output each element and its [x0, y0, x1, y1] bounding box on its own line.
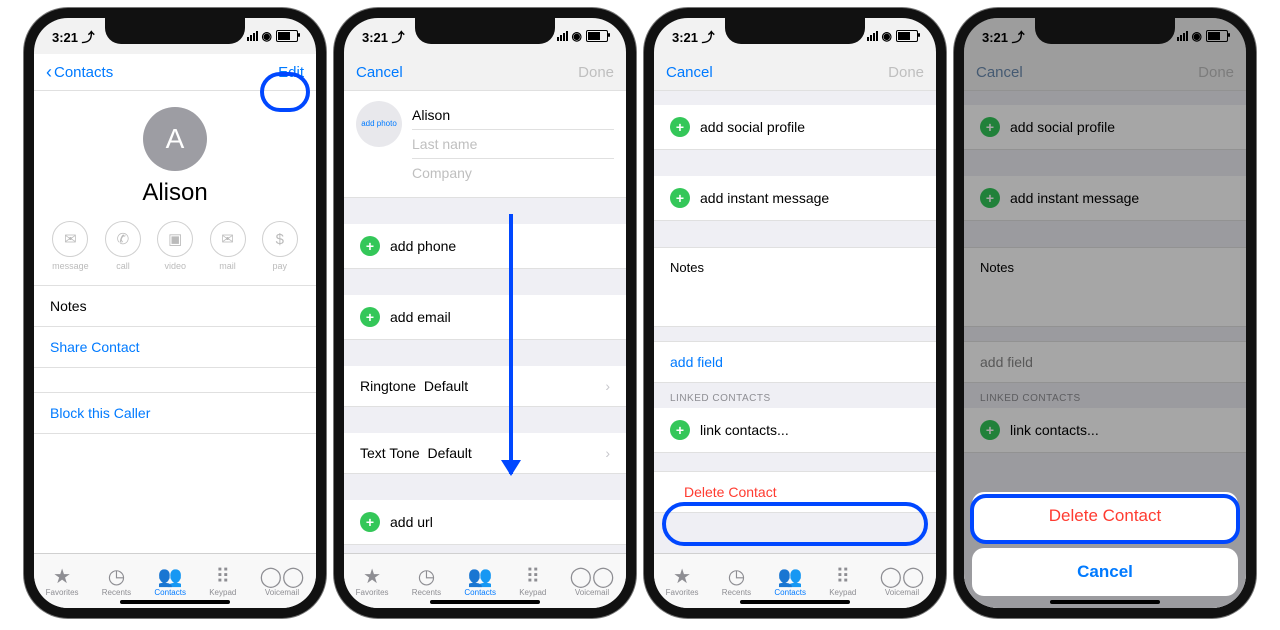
phone-frame-1: 3:21 ⤴ ◉ ‹Contacts Edit A Alison ✉messag…: [24, 8, 326, 618]
tab-favorites[interactable]: ★Favorites: [666, 565, 699, 597]
tab-keypad[interactable]: ⠿Keypad: [519, 565, 546, 597]
notch: [105, 18, 245, 44]
tab-voicemail[interactable]: ◯◯Voicemail: [260, 565, 305, 597]
phone-frame-3: 3:21 ⤴ ◉ Cancel Done +add social profile…: [644, 8, 946, 618]
done-button[interactable]: Done: [578, 64, 614, 81]
keypad-icon: ⠿: [215, 565, 230, 587]
message-action[interactable]: ✉message: [52, 221, 89, 271]
add-instant-message-button[interactable]: +add instant message: [654, 176, 936, 221]
home-indicator[interactable]: [120, 600, 230, 604]
plus-icon: +: [670, 188, 690, 208]
first-name-field[interactable]: Alison: [412, 101, 614, 130]
tab-voicemail[interactable]: ◯◯Voicemail: [570, 565, 615, 597]
scroll-down-arrow: [509, 214, 513, 474]
add-email-button[interactable]: +add email: [344, 295, 626, 340]
clock-icon: ◷: [108, 565, 125, 587]
avatar: A: [143, 107, 207, 171]
share-contact-button[interactable]: Share Contact: [34, 327, 316, 368]
cell-signal-icon: [557, 31, 568, 41]
status-time: 3:21 ⤴: [362, 27, 405, 46]
action-sheet: Delete Contact Cancel: [972, 484, 1238, 596]
tab-contacts[interactable]: 👥Contacts: [154, 565, 186, 597]
battery-icon: [276, 30, 298, 42]
quick-actions-row: ✉message ✆call ▣video ✉mail $pay: [34, 221, 316, 286]
pay-icon: $: [262, 221, 298, 257]
notes-field[interactable]: Notes: [654, 247, 936, 327]
tab-voicemail[interactable]: ◯◯Voicemail: [880, 565, 925, 597]
phone-frame-2: 3:21 ⤴ ◉ Cancel Done add photo Alison La…: [334, 8, 636, 618]
tab-recents[interactable]: ◷Recents: [722, 565, 751, 597]
action-sheet-cancel-button[interactable]: Cancel: [972, 548, 1238, 596]
notch: [1035, 18, 1175, 44]
battery-icon: [586, 30, 608, 42]
home-indicator[interactable]: [740, 600, 850, 604]
chevron-left-icon: ‹: [46, 63, 52, 81]
plus-icon: +: [360, 512, 380, 532]
add-phone-button[interactable]: +add phone: [344, 224, 626, 269]
tab-keypad[interactable]: ⠿Keypad: [209, 565, 236, 597]
contacts-icon: 👥: [158, 565, 183, 587]
block-caller-button[interactable]: Block this Caller: [34, 392, 316, 434]
voicemail-icon: ◯◯: [260, 565, 305, 587]
cancel-button[interactable]: Cancel: [356, 64, 403, 81]
last-name-field[interactable]: Last name: [412, 130, 614, 159]
star-icon: ★: [53, 565, 71, 587]
location-arrow-icon: ⤴: [82, 30, 95, 45]
add-url-button[interactable]: +add url: [344, 500, 626, 545]
add-social-profile-button[interactable]: +add social profile: [654, 105, 936, 150]
tab-favorites[interactable]: ★Favorites: [356, 565, 389, 597]
tab-keypad[interactable]: ⠿Keypad: [829, 565, 856, 597]
message-icon: ✉: [52, 221, 88, 257]
contact-name: Alison: [34, 179, 316, 207]
pay-action[interactable]: $pay: [262, 221, 298, 271]
wifi-icon: ◉: [262, 29, 272, 43]
back-button[interactable]: ‹Contacts: [46, 63, 113, 81]
home-indicator[interactable]: [1050, 600, 1160, 604]
company-field[interactable]: Company: [412, 159, 614, 187]
tab-contacts[interactable]: 👥Contacts: [464, 565, 496, 597]
tab-contacts[interactable]: 👥Contacts: [774, 565, 806, 597]
cancel-button[interactable]: Cancel: [666, 64, 713, 81]
video-action[interactable]: ▣video: [157, 221, 193, 271]
delete-contact-button[interactable]: Delete Contact: [654, 471, 936, 513]
status-time: 3:21 ⤴: [52, 27, 95, 46]
notes-row[interactable]: Notes: [34, 286, 316, 327]
done-button[interactable]: Done: [888, 64, 924, 81]
chevron-right-icon: ›: [605, 378, 610, 394]
edit-button[interactable]: Edit: [278, 64, 304, 81]
link-contacts-button[interactable]: +link contacts...: [654, 408, 936, 453]
add-photo-button[interactable]: add photo: [356, 101, 402, 147]
chevron-right-icon: ›: [605, 445, 610, 461]
plus-icon: +: [670, 420, 690, 440]
plus-icon: +: [360, 307, 380, 327]
phone-icon: ✆: [105, 221, 141, 257]
ringtone-row[interactable]: Ringtone Default›: [344, 366, 626, 407]
home-indicator[interactable]: [430, 600, 540, 604]
tab-recents[interactable]: ◷Recents: [102, 565, 131, 597]
texttone-row[interactable]: Text Tone Default›: [344, 433, 626, 474]
phone-frame-4: 3:21 ⤴ ◉ Cancel Done +add social profile…: [954, 8, 1256, 618]
mail-icon: ✉: [210, 221, 246, 257]
status-time: 3:21 ⤴: [672, 27, 715, 46]
cell-signal-icon: [247, 31, 258, 41]
notch: [415, 18, 555, 44]
tab-favorites[interactable]: ★Favorites: [46, 565, 79, 597]
plus-icon: +: [670, 117, 690, 137]
delete-contact-confirm-button[interactable]: Delete Contact: [972, 492, 1238, 540]
notch: [725, 18, 865, 44]
linked-contacts-header: LINKED CONTACTS: [654, 383, 936, 408]
plus-icon: +: [360, 236, 380, 256]
tab-recents[interactable]: ◷Recents: [412, 565, 441, 597]
mail-action[interactable]: ✉mail: [210, 221, 246, 271]
wifi-icon: ◉: [572, 29, 582, 43]
video-icon: ▣: [157, 221, 193, 257]
call-action[interactable]: ✆call: [105, 221, 141, 271]
add-field-button[interactable]: add field: [654, 341, 936, 383]
